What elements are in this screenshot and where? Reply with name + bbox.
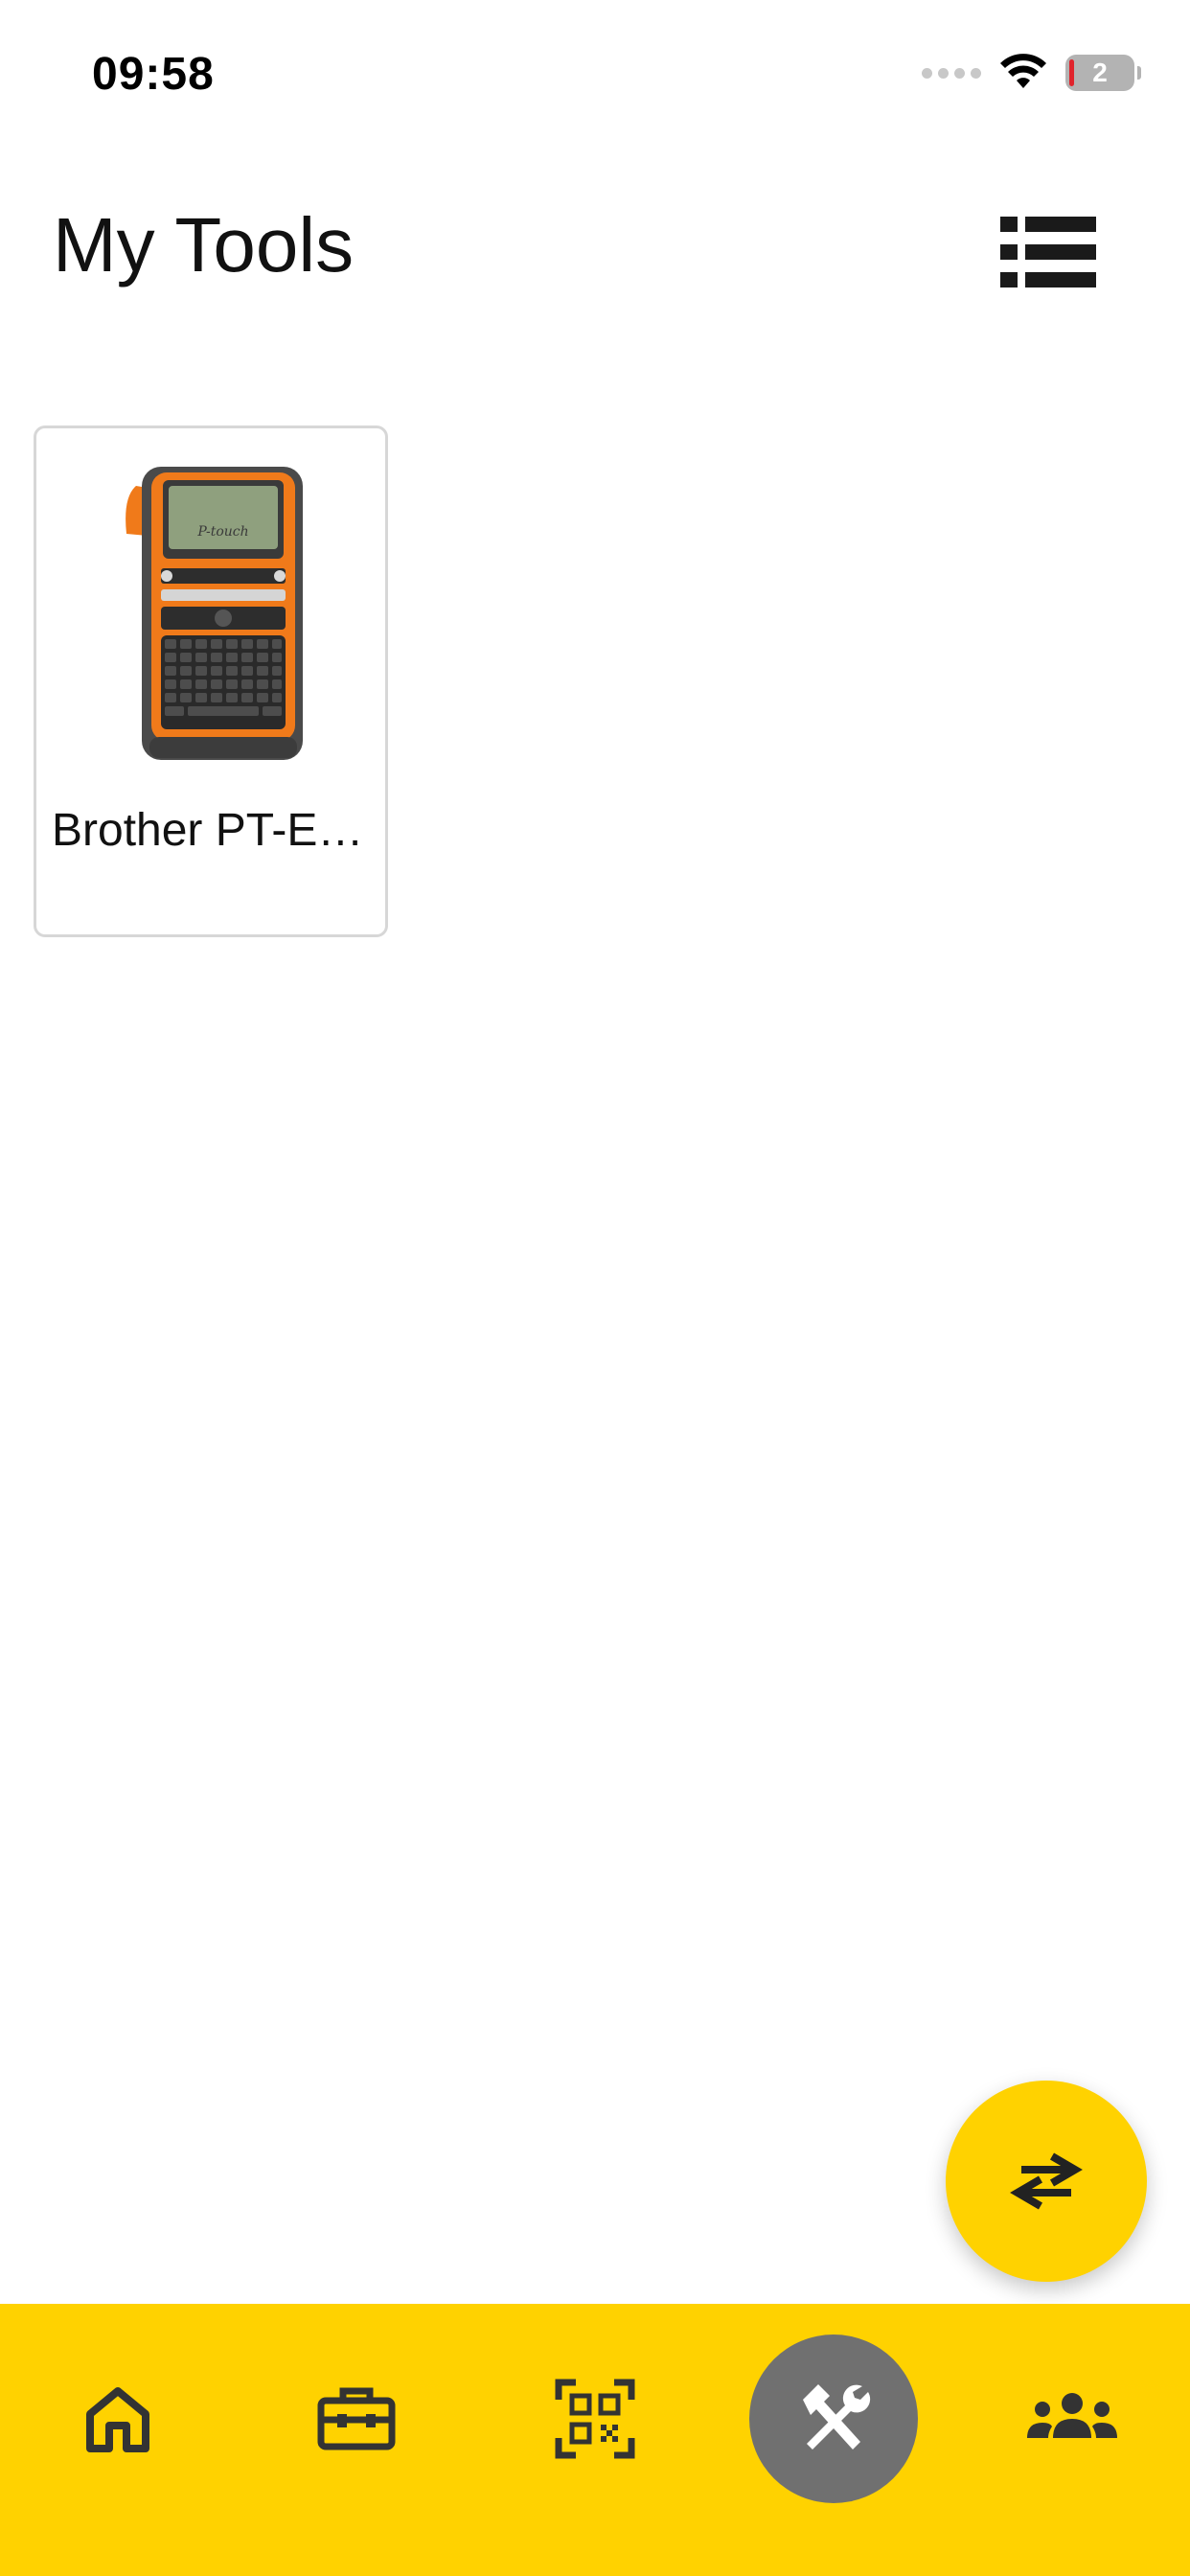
svg-text:P-touch: P-touch: [196, 524, 248, 540]
bottom-navigation: [0, 2304, 1190, 2576]
status-indicators: 2: [922, 54, 1141, 92]
page-title: My Tools: [53, 202, 355, 288]
swap-arrows-icon: [1010, 2152, 1083, 2210]
list-view-icon: [1000, 217, 1096, 288]
battery-icon: 2: [1065, 55, 1141, 91]
people-group-icon: [1027, 2393, 1117, 2438]
nav-toolbox[interactable]: [261, 2304, 452, 2534]
nav-home[interactable]: [22, 2304, 214, 2534]
cellular-signal-icon: [922, 67, 981, 79]
swap-fab-button[interactable]: [946, 2081, 1147, 2282]
tools-icon: [803, 2384, 871, 2450]
qr-code-scan-icon: [555, 2379, 635, 2459]
label-printer-image: P-touch: [126, 467, 303, 760]
toolbox-icon: [317, 2387, 396, 2450]
wifi-icon: [1000, 54, 1046, 88]
status-bar: 09:58 2: [0, 0, 1190, 144]
battery-level: 2: [1092, 58, 1108, 87]
nav-my-tools[interactable]: [738, 2304, 929, 2534]
my-tools-screen: 09:58 2 My Tools P-touch Brother PT-E…: [0, 0, 1190, 2576]
nav-active-indicator: [749, 2334, 918, 2503]
nav-team[interactable]: [976, 2304, 1168, 2534]
tool-name: Brother PT-E…: [52, 805, 364, 856]
home-icon: [86, 2387, 149, 2452]
nav-scan-qr[interactable]: [499, 2304, 691, 2534]
status-time: 09:58: [92, 49, 215, 100]
list-view-toggle-button[interactable]: [1000, 213, 1096, 291]
tool-card[interactable]: P-touch Brother PT-E…: [34, 426, 388, 937]
